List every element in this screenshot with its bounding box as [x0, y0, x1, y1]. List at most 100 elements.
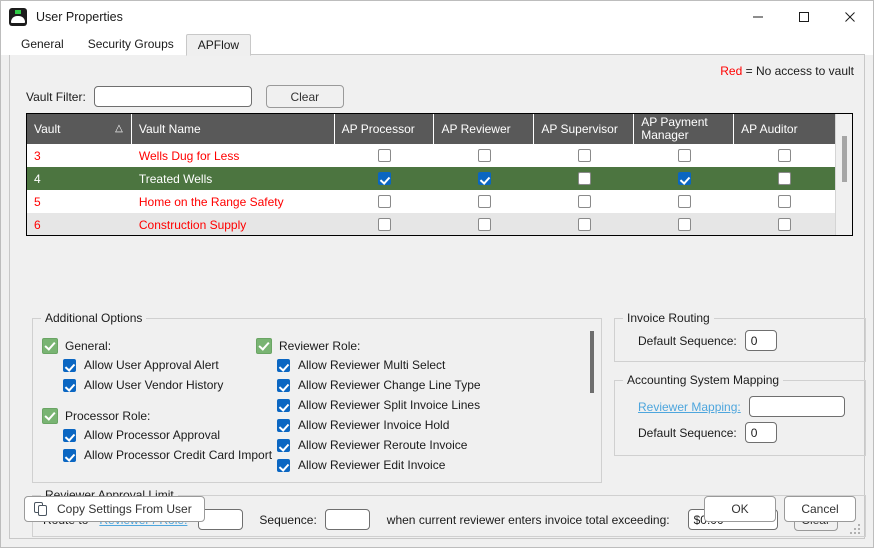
checkbox-checked-icon[interactable] [256, 338, 272, 354]
vault-grid-scrollbar-thumb[interactable] [842, 136, 847, 182]
cell-ap_reviewer-checkbox[interactable] [435, 144, 535, 167]
cell-ap_payment_manager-checkbox[interactable] [634, 144, 734, 167]
option-item[interactable]: Allow Reviewer Edit Invoice [256, 455, 576, 475]
column-header-ap-reviewer[interactable]: AP Reviewer [434, 114, 535, 144]
checkbox-unchecked-icon[interactable] [677, 195, 691, 208]
checkbox-unchecked-icon[interactable] [477, 195, 491, 208]
additional-options-scrollbar[interactable] [585, 329, 599, 476]
checkbox-unchecked-icon[interactable] [577, 218, 591, 231]
table-row[interactable]: 6 Construction Supply [27, 213, 835, 235]
reviewer-mapping-input[interactable] [748, 396, 845, 417]
checkbox-checked-icon[interactable] [477, 172, 491, 185]
cell-ap_supervisor-checkbox[interactable] [534, 167, 634, 190]
checkbox-checked-icon[interactable] [63, 428, 76, 442]
option-item[interactable]: Allow Reviewer Reroute Invoice [256, 435, 576, 455]
tab-apflow[interactable]: APFlow [185, 34, 252, 56]
cell-ap_supervisor-checkbox[interactable] [534, 213, 634, 235]
vault-filter-row: Vault Filter: Clear [26, 85, 344, 108]
close-button[interactable] [827, 1, 873, 33]
option-group-header[interactable]: General: [42, 337, 292, 355]
checkbox-unchecked-icon[interactable] [677, 149, 691, 162]
option-group-header[interactable]: Processor Role: [42, 407, 292, 425]
checkbox-checked-icon[interactable] [277, 378, 290, 392]
checkbox-checked-icon[interactable] [277, 458, 290, 472]
cancel-button[interactable]: Cancel [784, 496, 856, 522]
option-item[interactable]: Allow Processor Credit Card Import [42, 445, 292, 465]
cell-ap_reviewer-checkbox[interactable] [435, 190, 535, 213]
cell-ap_supervisor-checkbox[interactable] [534, 190, 634, 213]
table-row[interactable]: 5 Home on the Range Safety [27, 190, 835, 213]
cell-ap_processor-checkbox[interactable] [335, 167, 435, 190]
cell-ap_auditor-checkbox[interactable] [734, 213, 835, 235]
checkbox-unchecked-icon[interactable] [577, 195, 591, 208]
checkbox-unchecked-icon[interactable] [778, 149, 792, 162]
column-header-vault-name-label: Vault Name [138, 121, 201, 136]
checkbox-checked-icon[interactable] [42, 338, 58, 354]
copy-settings-from-user-button[interactable]: Copy Settings From User [24, 496, 205, 522]
column-header-ap-payment-manager[interactable]: AP Payment Manager [634, 114, 735, 144]
vault-grid-scrollbar[interactable] [835, 114, 852, 235]
minimize-button[interactable] [735, 1, 781, 33]
resize-grip-icon[interactable] [850, 524, 861, 535]
checkbox-checked-icon[interactable] [277, 418, 290, 432]
column-header-ap-reviewer-label: AP Reviewer [441, 121, 511, 136]
cell-ap_auditor-checkbox[interactable] [734, 144, 835, 167]
checkbox-unchecked-icon[interactable] [477, 149, 491, 162]
column-header-ap-processor[interactable]: AP Processor [335, 114, 435, 144]
column-header-vault[interactable]: Vault △ [27, 114, 132, 144]
checkbox-unchecked-icon[interactable] [378, 149, 392, 162]
maximize-button[interactable] [781, 1, 827, 33]
column-header-ap-supervisor[interactable]: AP Supervisor [534, 114, 635, 144]
checkbox-unchecked-icon[interactable] [778, 172, 792, 185]
tab-security-groups[interactable]: Security Groups [75, 33, 186, 55]
accounting-default-sequence-input[interactable]: 0 [744, 422, 777, 443]
cell-ap_payment_manager-checkbox[interactable] [634, 167, 734, 190]
checkbox-unchecked-icon[interactable] [477, 218, 491, 231]
checkbox-checked-icon[interactable] [277, 358, 290, 372]
cell-ap_auditor-checkbox[interactable] [734, 167, 835, 190]
vault-filter-input[interactable] [93, 86, 252, 107]
checkbox-checked-icon[interactable] [378, 172, 392, 185]
checkbox-checked-icon[interactable] [63, 448, 76, 462]
option-item[interactable]: Allow Processor Approval [42, 425, 292, 445]
option-item[interactable]: Allow Reviewer Invoice Hold [256, 415, 576, 435]
checkbox-unchecked-icon[interactable] [778, 195, 792, 208]
option-item[interactable]: Allow Reviewer Change Line Type [256, 375, 576, 395]
cell-ap_processor-checkbox[interactable] [335, 144, 435, 167]
additional-options-scrollbar-thumb[interactable] [590, 331, 594, 393]
table-row[interactable]: 4 Treated Wells [27, 167, 835, 190]
checkbox-checked-icon[interactable] [277, 398, 290, 412]
cell-ap_reviewer-checkbox[interactable] [435, 167, 535, 190]
column-header-vault-name[interactable]: Vault Name [132, 114, 335, 144]
checkbox-unchecked-icon[interactable] [378, 195, 392, 208]
tab-general[interactable]: General [9, 33, 76, 55]
checkbox-checked-icon[interactable] [277, 438, 290, 452]
checkbox-unchecked-icon[interactable] [778, 218, 792, 231]
cell-ap_supervisor-checkbox[interactable] [534, 144, 634, 167]
checkbox-checked-icon[interactable] [63, 358, 76, 372]
invoice-routing-default-sequence-input[interactable]: 0 [744, 330, 777, 351]
option-group-header[interactable]: Reviewer Role: [256, 337, 576, 355]
checkbox-unchecked-icon[interactable] [677, 218, 691, 231]
option-item[interactable]: Allow User Approval Alert [42, 355, 292, 375]
checkbox-unchecked-icon[interactable] [577, 172, 591, 185]
cell-ap_reviewer-checkbox[interactable] [435, 213, 535, 235]
cell-ap_auditor-checkbox[interactable] [734, 190, 835, 213]
cell-ap_payment_manager-checkbox[interactable] [634, 213, 734, 235]
table-row[interactable]: 3 Wells Dug for Less [27, 144, 835, 167]
cell-ap_processor-checkbox[interactable] [335, 213, 435, 235]
column-header-ap-auditor[interactable]: AP Auditor [734, 114, 835, 144]
ok-button[interactable]: OK [704, 496, 776, 522]
option-item[interactable]: Allow Reviewer Split Invoice Lines [256, 395, 576, 415]
cell-ap_processor-checkbox[interactable] [335, 190, 435, 213]
cell-ap_payment_manager-checkbox[interactable] [634, 190, 734, 213]
vault-filter-clear-button[interactable]: Clear [265, 85, 344, 108]
option-item[interactable]: Allow User Vendor History [42, 375, 292, 395]
checkbox-checked-icon[interactable] [677, 172, 691, 185]
checkbox-checked-icon[interactable] [63, 378, 76, 392]
option-item[interactable]: Allow Reviewer Multi Select [256, 355, 576, 375]
checkbox-unchecked-icon[interactable] [577, 149, 591, 162]
checkbox-unchecked-icon[interactable] [378, 218, 392, 231]
reviewer-mapping-link[interactable]: Reviewer Mapping: [638, 400, 741, 414]
checkbox-checked-icon[interactable] [42, 408, 58, 424]
